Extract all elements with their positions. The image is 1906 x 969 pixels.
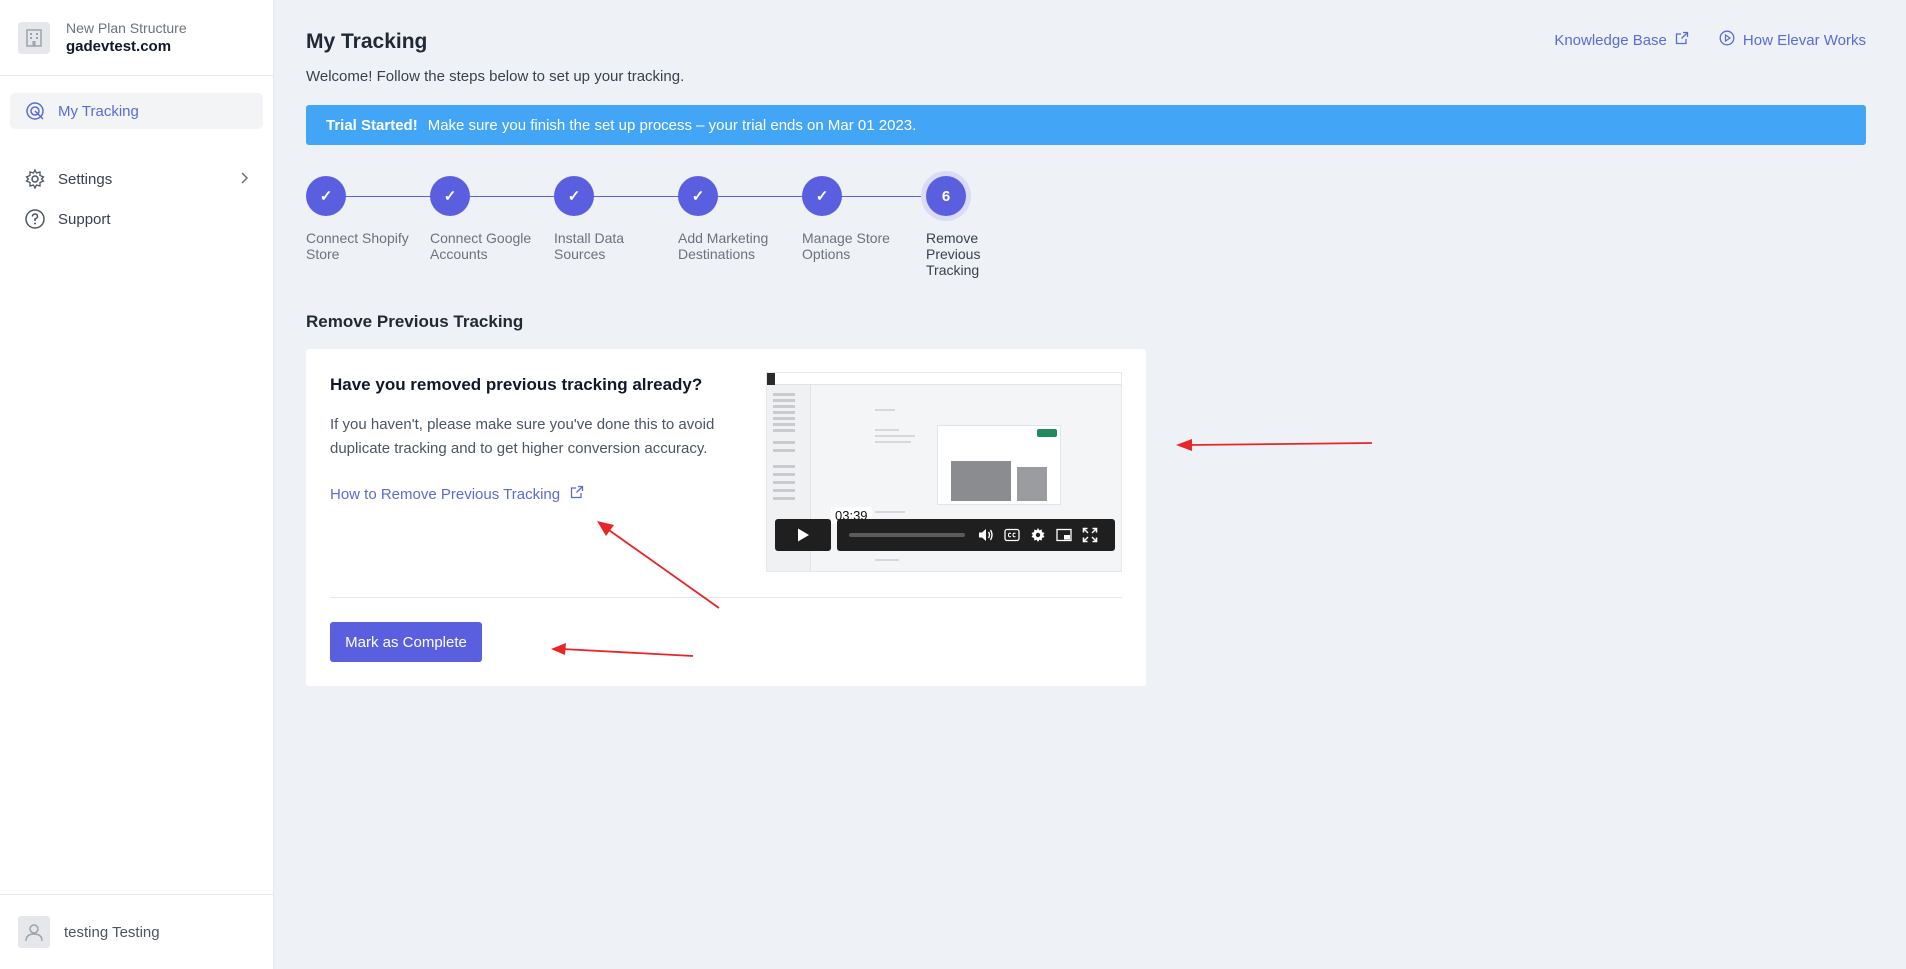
step-2[interactable]: ✓ Connect Google Accounts <box>430 176 540 262</box>
step-check-icon: ✓ <box>306 176 346 216</box>
user-menu[interactable]: testing Testing <box>0 894 274 969</box>
step-label: Connect Shopify Store <box>306 230 409 262</box>
building-icon <box>18 21 50 54</box>
video-thumbnail-image <box>951 461 1011 501</box>
org-switcher[interactable]: New Plan Structure gadevtest.com <box>0 0 273 76</box>
sidebar-item-settings[interactable]: Settings <box>10 161 263 197</box>
step-label: Connect Google Accounts <box>430 230 532 262</box>
step-check-icon: ✓ <box>678 176 718 216</box>
banner-strong: Trial Started! <box>326 116 418 134</box>
sidebar-item-label: Settings <box>58 170 113 188</box>
step-label: Remove Previous Tracking <box>926 230 981 278</box>
banner-text: Make sure you finish the set up process … <box>427 116 917 134</box>
main-content: My Tracking Welcome! Follow the steps be… <box>274 0 1906 969</box>
user-name: testing Testing <box>64 923 160 941</box>
video-thumbnail-image <box>1017 467 1047 501</box>
video-thumbnail-topbar <box>767 373 1121 385</box>
link-label: How Elevar Works <box>1742 31 1866 49</box>
captions-icon[interactable] <box>999 519 1025 551</box>
sidebar-item-label: Support <box>58 210 111 228</box>
play-button[interactable] <box>775 519 831 551</box>
page-subtitle: Welcome! Follow the steps below to set u… <box>306 68 685 85</box>
card-heading: Have you removed previous tracking alrea… <box>330 375 703 394</box>
fullscreen-icon[interactable] <box>1077 519 1103 551</box>
volume-icon[interactable] <box>973 519 999 551</box>
step-label: Install Data Sources <box>554 230 625 262</box>
sidebar-nav: My Tracking Settings Support <box>0 76 273 237</box>
card-divider <box>330 597 1122 598</box>
mark-as-complete-button[interactable]: Mark as Complete <box>330 622 482 662</box>
step-check-icon: ✓ <box>802 176 842 216</box>
sidebar-item-label: My Tracking <box>58 102 139 120</box>
trial-banner: Trial Started! Make sure you finish the … <box>306 105 1866 145</box>
step-number: 6 <box>926 176 966 216</box>
step-4[interactable]: ✓ Add Marketing Destinations <box>678 176 788 262</box>
step-5[interactable]: ✓ Manage Store Options <box>802 176 912 262</box>
avatar <box>18 916 50 948</box>
play-icon <box>798 528 809 542</box>
external-link-icon <box>570 485 584 503</box>
sidebar-item-support[interactable]: Support <box>10 201 263 237</box>
header-links: Knowledge Base How Elevar Works <box>1554 30 1866 50</box>
step-3[interactable]: ✓ Install Data Sources <box>554 176 664 262</box>
remove-tracking-card: Have you removed previous tracking alrea… <box>306 349 1146 686</box>
gear-icon <box>24 168 46 190</box>
play-circle-icon <box>1719 30 1735 50</box>
chevron-right-icon <box>239 171 249 188</box>
link-label: Knowledge Base <box>1554 31 1667 49</box>
sidebar-item-my-tracking[interactable]: My Tracking <box>10 93 263 129</box>
step-6[interactable]: 6 Remove Previous Tracking <box>926 176 1036 278</box>
picture-in-picture-icon[interactable] <box>1051 519 1077 551</box>
org-plan: New Plan Structure <box>66 19 187 36</box>
remove-tracking-guide-link[interactable]: How to Remove Previous Tracking <box>330 485 584 503</box>
step-check-icon: ✓ <box>554 176 594 216</box>
step-label: Manage Store Options <box>802 230 890 262</box>
step-check-icon: ✓ <box>430 176 470 216</box>
page-title: My Tracking <box>306 30 428 53</box>
video-thumbnail-button <box>1037 429 1057 437</box>
setup-stepper: ✓ Connect Shopify Store ✓ Connect Google… <box>306 176 1026 278</box>
section-title: Remove Previous Tracking <box>306 312 524 331</box>
knowledge-base-link[interactable]: Knowledge Base <box>1554 30 1689 50</box>
sidebar: New Plan Structure gadevtest.com My Trac… <box>0 0 274 969</box>
video-scrubber[interactable] <box>849 533 965 537</box>
step-label: Add Marketing Destinations <box>678 230 769 262</box>
video-player[interactable]: 03:39 <box>766 372 1122 572</box>
tracking-icon <box>24 100 46 122</box>
link-label: How to Remove Previous Tracking <box>330 485 561 503</box>
step-1[interactable]: ✓ Connect Shopify Store <box>306 176 416 262</box>
how-elevar-works-link[interactable]: How Elevar Works <box>1719 30 1866 50</box>
help-circle-icon <box>24 208 46 230</box>
external-link-icon <box>1675 31 1689 49</box>
settings-gear-icon[interactable] <box>1025 519 1051 551</box>
org-domain: gadevtest.com <box>66 37 172 55</box>
card-description: If you haven't, please make sure you've … <box>330 416 715 457</box>
video-controls <box>837 519 1115 551</box>
